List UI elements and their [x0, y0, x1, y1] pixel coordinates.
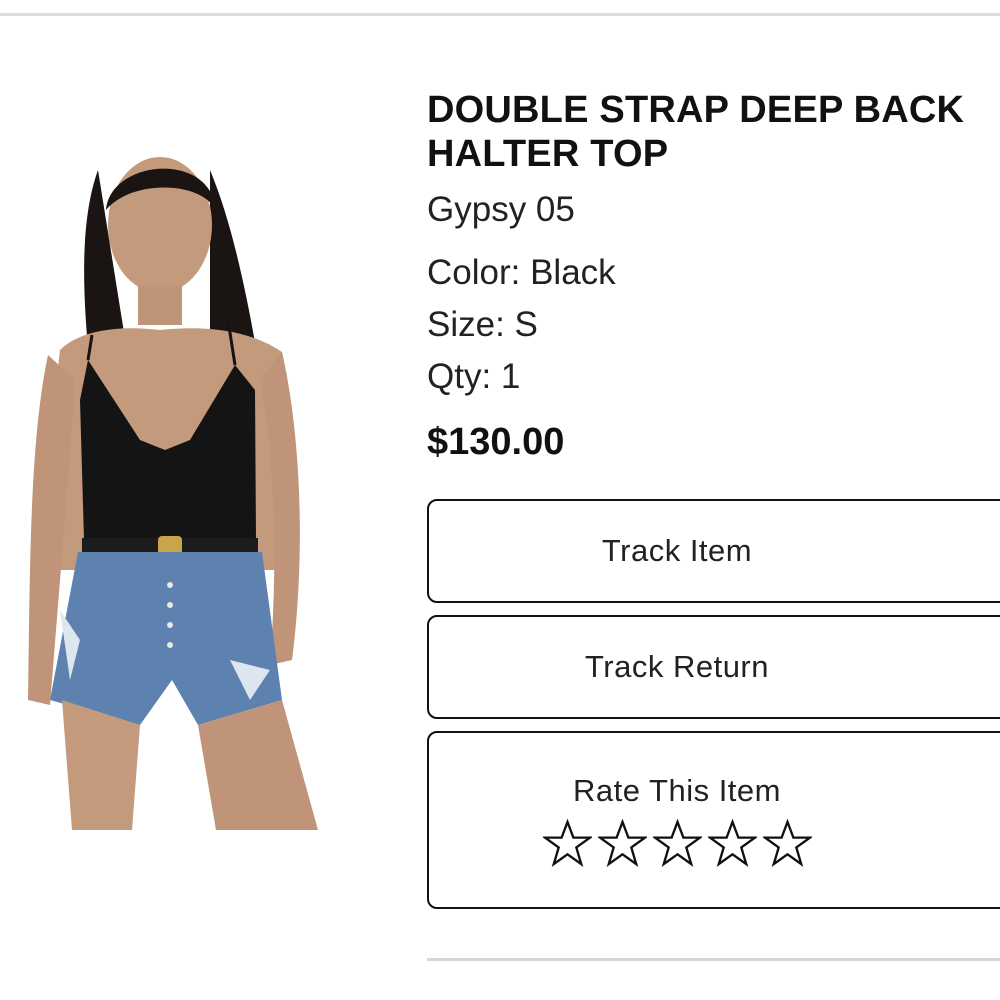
product-title: DOUBLE STRAP DEEP BACK HALTER TOP: [427, 89, 965, 175]
product-image[interactable]: [20, 140, 330, 830]
rate-item-label: Rate This Item: [572, 772, 781, 808]
track-return-label: Track Return: [584, 649, 769, 684]
product-price: $130.00: [427, 421, 565, 463]
track-item-button[interactable]: Track Item: [427, 499, 1000, 603]
track-return-button[interactable]: Track Return: [427, 615, 1000, 719]
product-qty: Qty: 1: [427, 357, 521, 396]
product-color: Color: Black: [427, 253, 616, 292]
star-icon[interactable]: [597, 818, 647, 868]
star-icon[interactable]: [707, 818, 757, 868]
product-attributes: Color: Black Size: S Qty: 1: [427, 247, 1000, 403]
star-icon[interactable]: [542, 818, 592, 868]
rate-item-panel: Rate This Item: [427, 731, 1000, 909]
star-icon[interactable]: [762, 818, 812, 868]
top-divider: [0, 13, 1000, 16]
bottom-divider: [427, 958, 1000, 961]
star-icon[interactable]: [652, 818, 702, 868]
product-size: Size: S: [427, 305, 538, 344]
track-item-label: Track Item: [601, 533, 753, 568]
star-rating[interactable]: [542, 818, 812, 868]
product-details: DOUBLE STRAP DEEP BACK HALTER TOP Gypsy …: [427, 88, 1000, 467]
product-brand: Gypsy 05: [427, 190, 575, 229]
